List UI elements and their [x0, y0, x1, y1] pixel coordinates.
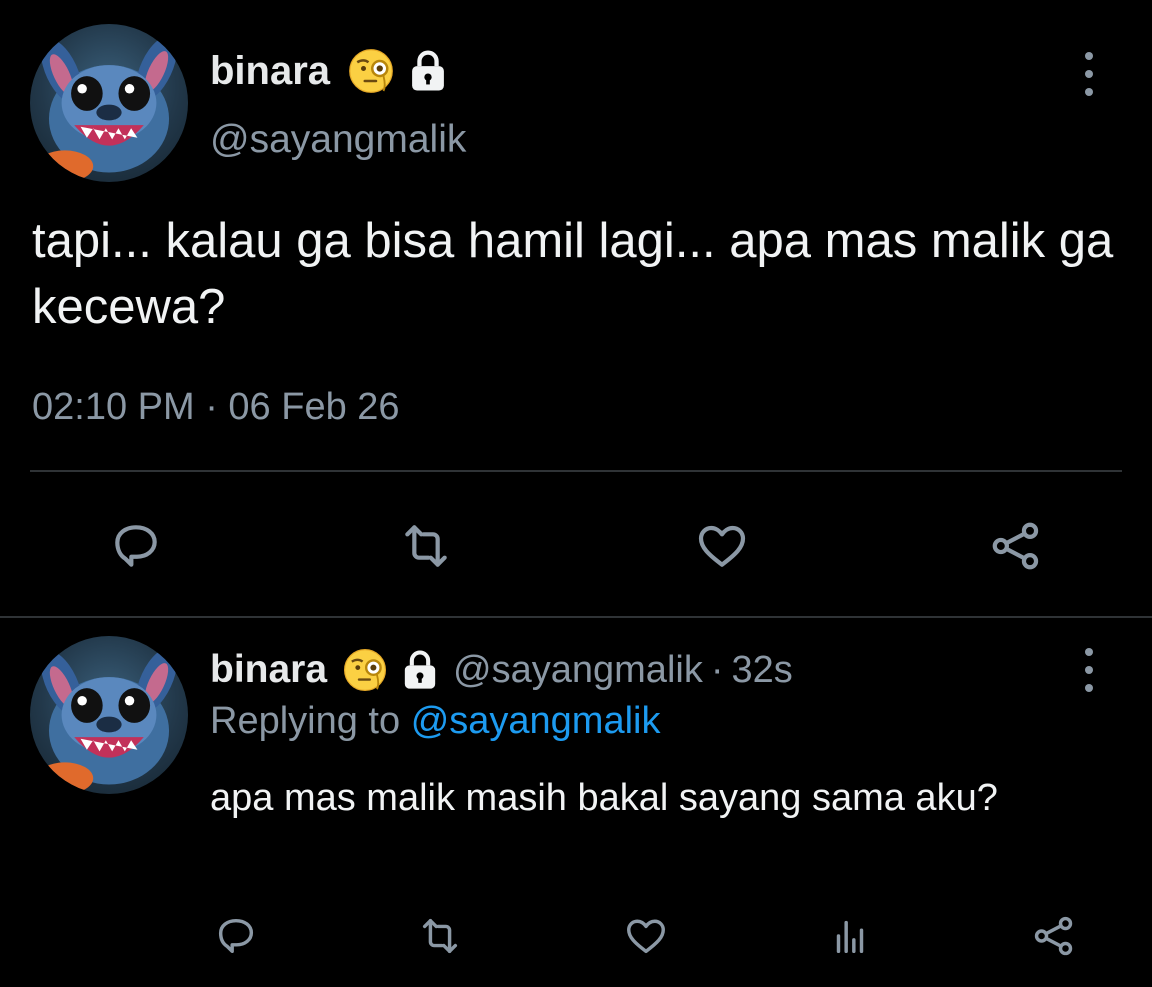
- divider: [0, 616, 1152, 618]
- analytics-icon[interactable]: [824, 910, 876, 962]
- retweet-icon[interactable]: [414, 910, 466, 962]
- share-icon[interactable]: [1028, 910, 1080, 962]
- replying-to-label: Replying to: [210, 700, 401, 742]
- face-with-monocle-icon: [346, 46, 396, 96]
- display-name[interactable]: binara: [210, 648, 327, 692]
- divider: [30, 470, 1122, 472]
- share-icon[interactable]: [984, 514, 1048, 578]
- like-icon[interactable]: [690, 514, 754, 578]
- stitch-avatar-image: [36, 648, 177, 794]
- more-options-icon[interactable]: [1074, 52, 1104, 96]
- like-icon[interactable]: [620, 910, 672, 962]
- tweet-text: apa mas malik masih bakal sayang sama ak…: [210, 777, 998, 819]
- replying-to: Replying to @sayangmalik: [210, 700, 660, 743]
- reply-icon[interactable]: [104, 514, 168, 578]
- timestamp[interactable]: 02:10 PM · 06 Feb 26: [32, 386, 400, 429]
- more-options-icon[interactable]: [1074, 648, 1104, 692]
- separator-dot: ·: [710, 648, 724, 691]
- retweet-icon[interactable]: [394, 514, 458, 578]
- author-row: binara: [210, 46, 450, 96]
- replying-to-handle-link[interactable]: @sayangmalik: [411, 700, 661, 742]
- reply-icon[interactable]: [210, 910, 262, 962]
- tweet-text: tapi... kalau ga bisa hamil lagi... apa …: [32, 214, 1114, 334]
- avatar[interactable]: [30, 24, 188, 182]
- face-with-monocle-icon: [341, 646, 389, 694]
- handle[interactable]: @sayangmalik: [453, 649, 703, 692]
- lock-icon: [406, 49, 450, 93]
- reply-author-row: binara @sayangmalik · 32s: [210, 645, 793, 695]
- display-name[interactable]: binara: [210, 49, 330, 94]
- avatar[interactable]: [30, 636, 188, 794]
- handle[interactable]: @sayangmalik: [210, 118, 466, 162]
- tweet-age[interactable]: 32s: [732, 649, 793, 692]
- lock-icon: [399, 649, 441, 691]
- stitch-avatar-image: [36, 36, 177, 182]
